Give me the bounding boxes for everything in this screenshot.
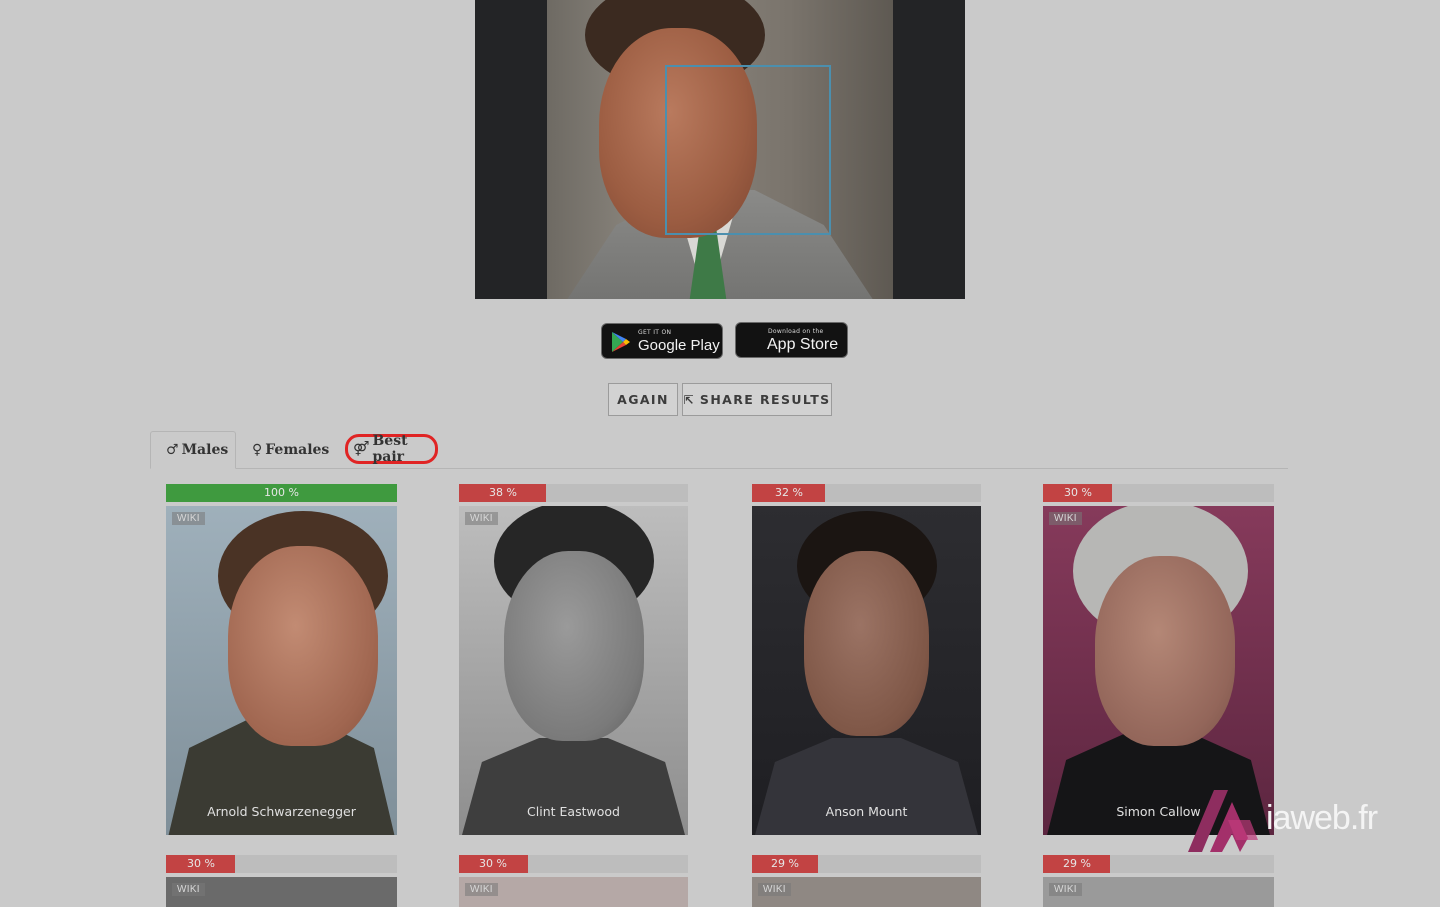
- app-store-small-text: Download on the: [768, 328, 824, 335]
- tab-females-label: Females: [265, 442, 330, 458]
- wiki-badge[interactable]: WIKI: [465, 883, 498, 896]
- match-percent: 30 %: [479, 857, 507, 870]
- match-percent: 32 %: [775, 486, 803, 499]
- pair-icon: ⚤: [353, 441, 370, 457]
- uploaded-photo: [475, 0, 965, 299]
- tab-males-label: Males: [181, 442, 229, 458]
- tab-best-pair[interactable]: ⚤ Best pair: [345, 433, 438, 465]
- wiki-badge[interactable]: WIKI: [172, 883, 205, 896]
- wiki-badge[interactable]: WIKI: [172, 512, 205, 525]
- match-bar: 38 %: [459, 484, 688, 502]
- match-bar: 30 %: [459, 855, 688, 873]
- match-bar: 30 %: [166, 855, 397, 873]
- uploaded-photo-image: [547, 0, 893, 299]
- share-results-label: SHARE RESULTS: [699, 392, 831, 407]
- tab-best-pair-label: Best pair: [372, 433, 408, 465]
- celebrity-photo: Anson Mount: [752, 506, 981, 835]
- google-play-small-text: GET IT ON: [638, 329, 672, 336]
- result-card[interactable]: 30 % WIKI: [166, 855, 397, 907]
- app-store-badge[interactable]: Download on the App Store: [735, 322, 848, 358]
- share-results-button[interactable]: ⇱ SHARE RESULTS: [682, 383, 832, 416]
- celebrity-photo: WIKI Clint Eastwood: [459, 506, 688, 835]
- match-percent: 100 %: [264, 486, 299, 499]
- wiki-badge[interactable]: WIKI: [465, 512, 498, 525]
- iaweb-watermark: iaweb.fr: [1188, 785, 1398, 855]
- celebrity-name: Clint Eastwood: [527, 804, 620, 819]
- face-detection-box: [665, 65, 831, 235]
- match-bar: 100 %: [166, 484, 397, 502]
- result-card[interactable]: 29 % WIKI: [1043, 855, 1274, 907]
- celebrity-photo: WIKI: [1043, 877, 1274, 907]
- match-percent: 29 %: [771, 857, 799, 870]
- match-percent: 30 %: [187, 857, 215, 870]
- celebrity-photo: WIKI Arnold Schwarzenegger: [166, 506, 397, 835]
- app-store-label: App Store: [767, 336, 839, 353]
- celebrity-name: Arnold Schwarzenegger: [207, 804, 356, 819]
- watermark-text: iaweb.fr: [1266, 799, 1378, 837]
- male-icon: ♂: [166, 442, 179, 458]
- match-bar: 29 %: [752, 855, 981, 873]
- match-bar: 32 %: [752, 484, 981, 502]
- result-card[interactable]: 29 % WIKI: [752, 855, 981, 907]
- iaweb-logo-icon: [1188, 790, 1258, 852]
- result-card[interactable]: 100 % WIKI Arnold Schwarzenegger: [166, 484, 397, 835]
- again-label: AGAIN: [617, 392, 669, 407]
- female-icon: ♀: [252, 442, 263, 458]
- result-card[interactable]: 30 % WIKI Simon Callow: [1043, 484, 1274, 835]
- wiki-badge[interactable]: WIKI: [758, 883, 791, 896]
- result-card[interactable]: 30 % WIKI: [459, 855, 688, 907]
- tab-females[interactable]: ♀ Females: [252, 431, 332, 469]
- match-percent: 30 %: [1064, 486, 1092, 499]
- match-percent: 29 %: [1063, 857, 1091, 870]
- match-percent: 38 %: [489, 486, 517, 499]
- match-bar: 30 %: [1043, 484, 1274, 502]
- celebrity-photo: WIKI: [459, 877, 688, 907]
- share-icon: ⇱: [683, 392, 695, 407]
- celebrity-photo: WIKI: [166, 877, 397, 907]
- result-card[interactable]: 32 % Anson Mount: [752, 484, 981, 835]
- google-play-icon: [612, 332, 630, 352]
- tab-males[interactable]: ♂ Males: [150, 431, 236, 469]
- wiki-badge[interactable]: WIKI: [1049, 883, 1082, 896]
- google-play-badge[interactable]: GET IT ON Google Play: [601, 323, 723, 359]
- celebrity-photo: WIKI: [752, 877, 981, 907]
- google-play-label: Google Play: [638, 337, 720, 354]
- result-card[interactable]: 38 % WIKI Clint Eastwood: [459, 484, 688, 835]
- wiki-badge[interactable]: WIKI: [1049, 512, 1082, 525]
- match-bar: 29 %: [1043, 855, 1274, 873]
- again-button[interactable]: AGAIN: [608, 383, 678, 416]
- celebrity-name: Anson Mount: [825, 804, 908, 819]
